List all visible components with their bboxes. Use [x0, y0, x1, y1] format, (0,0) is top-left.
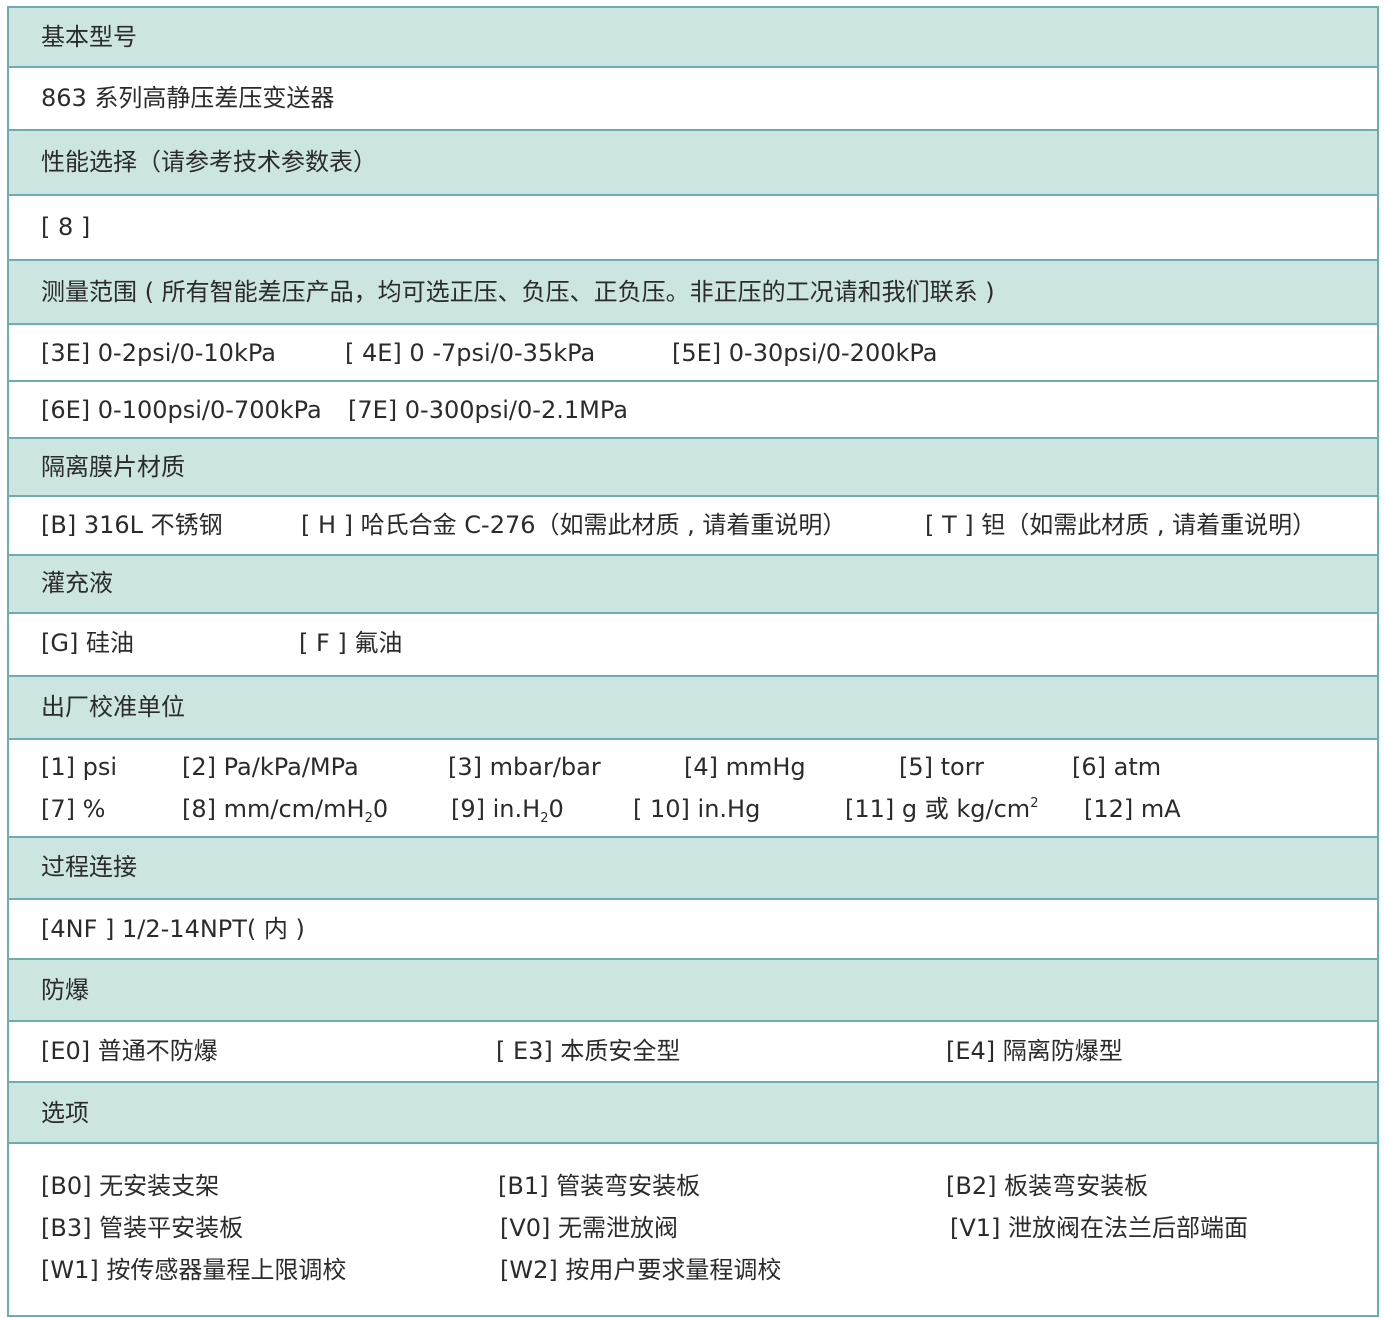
unit-option: [11] g 或 kg/cm2: [845, 795, 1039, 823]
diaphragm-option: [ H ] 哈氏合金 C-276（如需此材质 , 请着重说明）: [301, 511, 847, 539]
unit-option: [5] torr: [899, 753, 985, 781]
range-header: 测量范围 ( 所有智能差压产品，均可选正压、负压、正负压。非正压的工况请和我们联…: [9, 261, 1377, 325]
diaphragm-header: 隔离膜片材质: [9, 439, 1377, 497]
unit-option: [ 10] in.Hg: [633, 795, 761, 823]
range-option: [5E] 0-30psi/0-200kPa: [672, 339, 938, 367]
extras-option: [W2] 按用户要求量程调校: [500, 1256, 782, 1284]
fill-row: [G] 硅油 [ F ] 氟油: [9, 614, 1377, 677]
range-title: 测量范围 ( 所有智能差压产品，均可选正压、负压、正负压。非正压的工况请和我们联…: [41, 278, 995, 306]
unit-option: [6] atm: [1072, 753, 1162, 781]
diaphragm-option: [ T ] 钽（如需此材质 , 请着重说明）: [925, 511, 1317, 539]
extras-option: [B1] 管装弯安装板: [498, 1172, 701, 1200]
fill-header: 灌充液: [9, 556, 1377, 614]
connection-header: 过程连接: [9, 838, 1377, 900]
performance-title: 性能选择（请参考技术参数表）: [41, 148, 377, 176]
extras-option: [V1] 泄放阀在法兰后部端面: [950, 1214, 1249, 1242]
range-row-2: [6E] 0-100psi/0-700kPa [7E] 0-300psi/0-2…: [9, 382, 1377, 439]
unit-option: [12] mA: [1084, 795, 1181, 823]
diaphragm-title: 隔离膜片材质: [41, 453, 185, 481]
range-row-1: [3E] 0-2psi/0-10kPa [ 4E] 0 -7psi/0-35kP…: [9, 325, 1377, 382]
explosion-option: [ E3] 本质安全型: [496, 1037, 681, 1065]
units-row: [1] psi [2] Pa/kPa/MPa [3] mbar/bar [4] …: [9, 740, 1377, 838]
range-option: [3E] 0-2psi/0-10kPa: [41, 339, 276, 367]
model-header: 基本型号: [9, 8, 1377, 68]
diaphragm-row: [B] 316L 不锈钢 [ H ] 哈氏合金 C-276（如需此材质 , 请着…: [9, 497, 1377, 556]
explosion-header: 防爆: [9, 960, 1377, 1022]
performance-value: [ 8 ]: [41, 213, 91, 241]
model-title: 基本型号: [41, 23, 137, 51]
connection-row: [4NF ] 1/2-14NPT( 内 ): [9, 900, 1377, 960]
unit-option: [7] %: [41, 795, 106, 823]
range-option: [7E] 0-300psi/0-2.1MPa: [348, 396, 628, 424]
range-option: [6E] 0-100psi/0-700kPa: [41, 396, 322, 424]
performance-header: 性能选择（请参考技术参数表）: [9, 131, 1377, 196]
unit-option: [3] mbar/bar: [448, 753, 601, 781]
extras-option: [V0] 无需泄放阀: [500, 1214, 679, 1242]
extras-option: [B0] 无安装支架: [41, 1172, 220, 1200]
connection-value: [4NF ] 1/2-14NPT( 内 ): [41, 915, 305, 943]
extras-header: 选项: [9, 1083, 1377, 1144]
unit-option: [9] in.H20: [451, 795, 564, 826]
units-header: 出厂校准单位: [9, 677, 1377, 740]
fill-option: [ F ] 氟油: [299, 629, 403, 657]
unit-option: [4] mmHg: [684, 753, 806, 781]
performance-row: [ 8 ]: [9, 196, 1377, 261]
explosion-option: [E0] 普通不防爆: [41, 1037, 218, 1065]
fill-option: [G] 硅油: [41, 629, 134, 657]
extras-option: [B3] 管装平安装板: [41, 1214, 244, 1242]
explosion-row: [E0] 普通不防爆 [ E3] 本质安全型 [E4] 隔离防爆型: [9, 1022, 1377, 1083]
extras-title: 选项: [41, 1099, 89, 1127]
connection-title: 过程连接: [41, 853, 137, 881]
explosion-option: [E4] 隔离防爆型: [946, 1037, 1123, 1065]
unit-option: [2] Pa/kPa/MPa: [182, 753, 359, 781]
unit-option: [8] mm/cm/mH20: [182, 795, 389, 826]
units-title: 出厂校准单位: [41, 693, 185, 721]
model-row: 863 系列高静压差压变送器: [9, 68, 1377, 131]
fill-title: 灌充液: [41, 569, 113, 597]
unit-option: [1] psi: [41, 753, 118, 781]
extras-option: [B2] 板装弯安装板: [946, 1172, 1149, 1200]
extras-row: [B0] 无安装支架 [B1] 管装弯安装板 [B2] 板装弯安装板 [B3] …: [9, 1144, 1377, 1315]
spec-table: 基本型号 863 系列高静压差压变送器 性能选择（请参考技术参数表） [ 8 ]…: [7, 6, 1379, 1317]
model-value: 863 系列高静压差压变送器: [41, 84, 335, 112]
range-option: [ 4E] 0 -7psi/0-35kPa: [345, 339, 596, 367]
explosion-title: 防爆: [41, 976, 89, 1004]
extras-option: [W1] 按传感器量程上限调校: [41, 1256, 347, 1284]
diaphragm-option: [B] 316L 不锈钢: [41, 511, 223, 539]
